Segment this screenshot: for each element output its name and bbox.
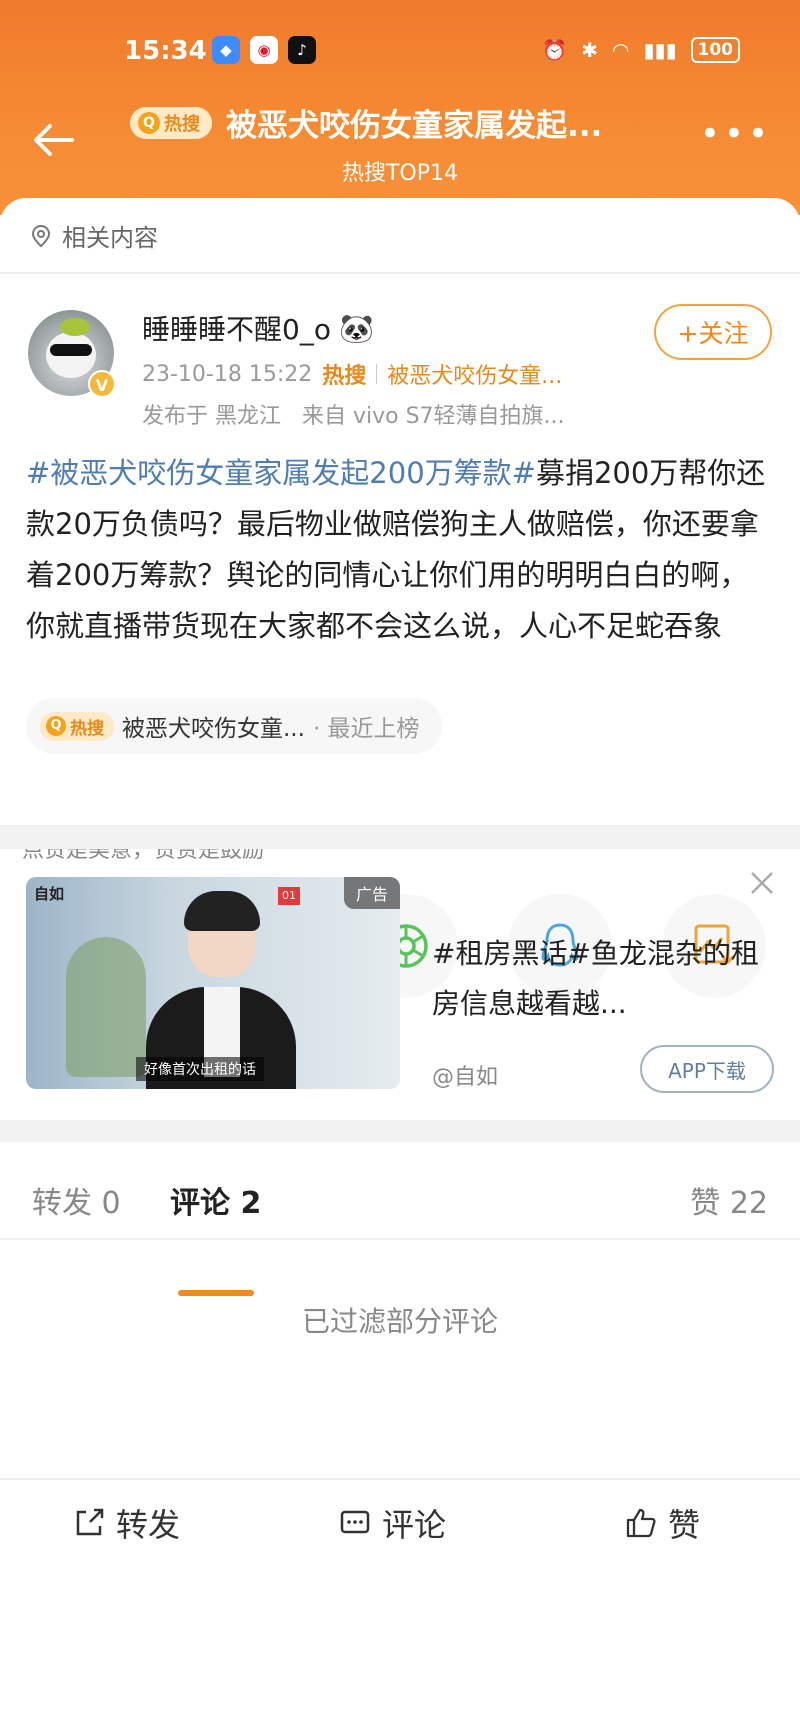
post-meta: 23-10-18 15:22 热搜 被恶犬咬伤女童... bbox=[142, 358, 562, 390]
ad-source: @自如 bbox=[432, 1065, 499, 1090]
hot-pill: Q 热搜 bbox=[40, 711, 114, 741]
tab-like[interactable]: 赞 22 bbox=[690, 1178, 768, 1222]
filtered-comments-note: 已过滤部分评论 bbox=[301, 1305, 498, 1338]
hot-search-tag-label: 热搜 bbox=[164, 113, 200, 135]
ad-badge-icon: 01 bbox=[278, 887, 300, 905]
section-separator bbox=[0, 825, 800, 849]
more-icon[interactable]: ••• bbox=[700, 117, 772, 151]
hot-pill-label: 热搜 bbox=[70, 718, 104, 739]
section-separator bbox=[0, 1120, 800, 1142]
signal-icon: ▮▮▮ bbox=[643, 38, 677, 62]
hot-chip-suffix: · 最近上榜 bbox=[312, 716, 420, 742]
comment-label: 评论 bbox=[382, 1506, 447, 1544]
repost-icon bbox=[76, 1508, 104, 1536]
wifi-icon: ◠ bbox=[612, 38, 630, 62]
ad-caption: 好像首次出租的话 bbox=[136, 1057, 264, 1081]
bluetooth-icon: ✱ bbox=[581, 38, 599, 62]
post-body: #被恶犬咬伤女童家属发起200万筹款#募捐200万帮你还款20万负债吗？最后物业… bbox=[26, 448, 776, 652]
ad-image[interactable]: 自如 01 广告 好像首次出租的话 bbox=[26, 877, 400, 1089]
like-button[interactable]: 赞 bbox=[624, 1500, 700, 1546]
page-title: 被恶犬咬伤女童家属发起... bbox=[226, 108, 603, 144]
post-date: 23-10-18 15:22 bbox=[142, 361, 313, 387]
thumbs-up-icon bbox=[626, 1508, 656, 1538]
hot-label: 热搜 bbox=[322, 364, 367, 389]
close-icon[interactable] bbox=[748, 869, 776, 897]
verified-badge-icon: V bbox=[88, 370, 116, 398]
ad-text[interactable]: #租房黑话#鱼龙混杂的租房信息越看越... bbox=[432, 929, 762, 1029]
status-time: 15:34 bbox=[124, 36, 207, 66]
username-text: 睡睡睡不醒0_o bbox=[142, 313, 331, 346]
hot-chip-topic: 被恶犬咬伤女童... bbox=[122, 716, 305, 742]
header: 15:34 ◆ ◉ ♪ ⏰ ✱ ◠ ▮▮▮ 100 Q 热搜 被恶犬咬伤女童家属… bbox=[0, 0, 800, 215]
active-tab-indicator bbox=[178, 1290, 254, 1296]
page-subtitle: 热搜TOP14 bbox=[341, 161, 459, 186]
nav-title-row: Q 热搜 被恶犬咬伤女童家属发起... bbox=[130, 100, 602, 145]
ad-label: 广告 bbox=[343, 877, 400, 909]
like-label: 赞 bbox=[668, 1506, 701, 1544]
status-bar: 15:34 ◆ ◉ ♪ ⏰ ✱ ◠ ▮▮▮ 100 bbox=[0, 34, 800, 74]
hashtag-link[interactable]: #被恶犬咬伤女童家属发起200万筹款# bbox=[26, 456, 536, 490]
username[interactable]: 睡睡睡不醒0_o 🐼 bbox=[142, 308, 374, 348]
follow-button[interactable]: +关注 bbox=[654, 304, 772, 360]
tab-comment[interactable]: 评论 2 bbox=[170, 1178, 261, 1222]
post-source: 发布于 黑龙江 来自 vivo S7轻薄自拍旗... bbox=[142, 398, 565, 430]
back-arrow-icon[interactable] bbox=[30, 120, 80, 160]
location-pin-icon bbox=[31, 224, 51, 247]
comment-icon bbox=[340, 1510, 370, 1534]
divider bbox=[376, 364, 378, 384]
divider bbox=[0, 272, 800, 274]
hot-search-icon: Q bbox=[138, 111, 160, 134]
hot-search-icon: Q bbox=[46, 716, 66, 736]
hot-search-tag: Q 热搜 bbox=[130, 106, 212, 139]
app-icon: ◆ bbox=[212, 36, 240, 64]
bottom-action-bar: 转发 评论 赞 bbox=[0, 1478, 800, 1544]
related-content[interactable]: 相关内容 bbox=[28, 218, 158, 253]
app-download-button[interactable]: APP下载 bbox=[640, 1045, 774, 1093]
panda-emoji-icon: 🐼 bbox=[338, 311, 374, 345]
tab-repost[interactable]: 转发 0 bbox=[32, 1178, 121, 1222]
tiktok-icon: ♪ bbox=[288, 36, 316, 64]
alarm-icon: ⏰ bbox=[542, 38, 568, 62]
status-right: ⏰ ✱ ◠ ▮▮▮ 100 bbox=[542, 37, 740, 63]
battery-indicator: 100 bbox=[690, 37, 740, 63]
repost-label: 转发 bbox=[116, 1506, 181, 1544]
repost-button[interactable]: 转发 bbox=[72, 1500, 180, 1546]
interaction-tabs: 转发 0 评论 2 赞 22 bbox=[0, 1142, 800, 1238]
ad-card[interactable]: 自如 01 广告 好像首次出租的话 #租房黑话#鱼龙混杂的租房信息越看越... … bbox=[0, 849, 800, 1093]
ad-brand-logo: 自如 bbox=[34, 885, 65, 903]
topic-link[interactable]: 被恶犬咬伤女童... bbox=[387, 358, 562, 390]
post-device: 来自 vivo S7轻薄自拍旗... bbox=[301, 404, 565, 429]
post-location: 发布于 黑龙江 bbox=[142, 404, 281, 429]
comment-button[interactable]: 评论 bbox=[338, 1500, 446, 1546]
weibo-icon: ◉ bbox=[250, 36, 278, 64]
divider bbox=[0, 1238, 800, 1240]
related-content-label: 相关内容 bbox=[62, 224, 158, 252]
status-app-icons: ◆ ◉ ♪ bbox=[212, 36, 316, 64]
hot-topic-chip[interactable]: Q 热搜 被恶犬咬伤女童... · 最近上榜 bbox=[26, 698, 442, 754]
